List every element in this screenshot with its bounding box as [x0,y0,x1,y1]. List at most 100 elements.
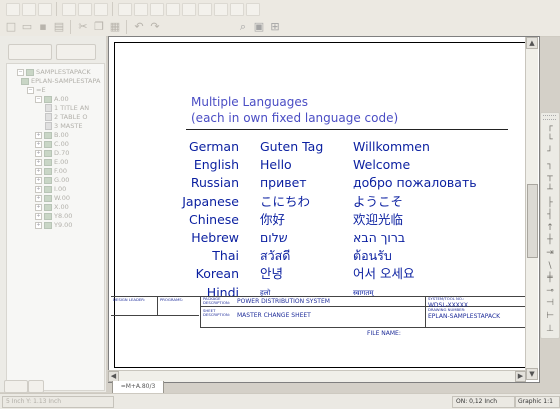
print-icon[interactable]: ▤ [52,20,66,33]
copy-icon[interactable]: ❐ [92,20,106,33]
tree-item[interactable]: + F.00 [7,167,67,176]
folder-icon [44,158,52,166]
expand-icon[interactable]: + [35,185,42,193]
zoom-window-icon[interactable]: ▣ [252,20,266,33]
vertical-scroll-thumb[interactable] [527,184,538,258]
connection-symbol-icon[interactable]: ╪ [541,272,559,284]
connection-symbol-icon[interactable]: ┐ [541,159,559,171]
page-icon [45,104,52,112]
connection-symbol-icon[interactable]: ┘ [541,146,559,158]
tree-item[interactable]: + I.00 [7,185,66,194]
greeting-welcome: Willkommen [353,139,430,154]
connection-symbol-icon[interactable]: ⊸ [541,285,559,297]
connection-symbol-icon[interactable]: ⊢ [541,310,559,322]
toolbar-button[interactable] [230,3,244,16]
language-name: Korean [195,266,239,282]
new-page-icon[interactable]: □ [4,20,18,33]
language-name: Chinese [189,211,239,227]
expand-icon[interactable]: + [35,176,42,184]
scroll-right-arrow-icon[interactable]: ▶ [515,371,526,382]
tree-item[interactable]: − SAMPLESTAPACK [7,68,91,77]
tree-item[interactable]: + D.70 [7,149,69,158]
connection-symbol-icon[interactable]: ┼ [541,234,559,246]
tree-item[interactable]: + E.00 [7,158,68,167]
connection-symbol-icon[interactable]: ↑ [541,222,559,234]
page-tree[interactable]: − SAMPLESTAPACK EPLAN-SAMPLESTAPA − =E − A.00 1… [6,63,105,391]
connection-symbol-icon[interactable]: ┴ [541,184,559,196]
cut-icon[interactable]: ✂ [76,20,90,33]
toolbar-button[interactable] [22,3,36,16]
tree-item[interactable]: 2 TABLE O [7,113,87,122]
tree-item[interactable]: + G.00 [7,176,69,185]
zoom-icon[interactable]: ⌕ [236,20,250,33]
connection-symbol-icon[interactable]: ⊣ [541,297,559,309]
title-block-bottom-line [200,327,526,328]
scroll-up-arrow-icon[interactable]: ▲ [526,37,538,49]
tree-item[interactable]: + Y9.00 [7,221,72,230]
tree-item[interactable]: 1 TITLE AN [7,104,89,113]
undo-icon[interactable]: ↶ [132,20,146,33]
expand-icon[interactable]: + [35,140,42,148]
expand-icon[interactable]: + [35,212,42,220]
connection-symbol-icon[interactable]: ⊥ [541,323,559,335]
connection-symbol-icon[interactable]: ┌ [541,121,559,133]
toolbar-button[interactable] [214,3,228,16]
toolbar-separator [70,20,71,34]
collapse-icon[interactable]: − [35,95,42,103]
collapse-icon[interactable]: − [27,86,34,94]
connection-symbol-icon[interactable]: ├ [541,197,559,209]
tree-item[interactable]: − A.00 [7,95,69,104]
folder-icon [44,203,52,211]
expand-icon[interactable]: + [35,131,42,139]
panel-tab-button[interactable] [4,380,28,393]
tree-item[interactable]: + C.00 [7,140,69,149]
tree-item[interactable]: + B.00 [7,131,69,140]
open-icon[interactable]: ▭ [20,20,34,33]
connection-symbol-icon[interactable]: \ [541,260,559,272]
connection-symbol-icon[interactable]: └ [541,134,559,146]
tree-item-label: B.00 [54,131,69,139]
expand-icon[interactable]: + [35,221,42,229]
expand-icon[interactable]: + [35,167,42,175]
tree-item[interactable]: + W.00 [7,194,70,203]
toolbar-button[interactable] [150,3,164,16]
toolbar-grip[interactable] [543,115,556,120]
language-name: German [188,139,239,154]
toolbar-button[interactable] [198,3,212,16]
toolbar-button[interactable] [62,3,76,16]
collapse-icon[interactable]: − [17,68,24,76]
expand-icon[interactable]: + [35,149,42,157]
redo-icon[interactable]: ↷ [148,20,162,33]
list-view-button[interactable] [56,44,96,60]
connection-symbol-icon[interactable]: ┬ [541,171,559,183]
toolbar-button[interactable] [166,3,180,16]
tree-item[interactable]: EPLAN-SAMPLESTAPA [7,77,100,86]
title-block-divider [200,296,201,327]
tree-item[interactable]: + X.00 [7,203,69,212]
tree-item[interactable]: + Y8.00 [7,212,72,221]
horizontal-scrollbar[interactable]: ◀ ▶ [108,370,526,382]
expand-icon[interactable]: + [35,194,42,202]
tree-item[interactable]: − =E [7,86,46,95]
connection-symbol-icon[interactable]: ⇥ [541,247,559,259]
zoom-fit-icon[interactable]: ⊞ [268,20,282,33]
paste-icon[interactable]: ▦ [108,20,122,33]
toolbar-button[interactable] [134,3,148,16]
expand-icon[interactable]: + [35,158,42,166]
tree-item[interactable]: 3 MASTE [7,122,82,131]
tree-item-label: X.00 [54,203,69,211]
panel-tab-button[interactable] [28,380,44,393]
toolbar-button[interactable] [118,3,132,16]
toolbar-button[interactable] [246,3,260,16]
toolbar-button[interactable] [94,3,108,16]
connection-symbol-icon[interactable]: ┤ [541,209,559,221]
toolbar-button[interactable] [6,3,20,16]
expand-icon[interactable]: + [35,203,42,211]
toolbar-button[interactable] [182,3,196,16]
scroll-down-arrow-icon[interactable]: ▼ [526,368,538,380]
save-icon[interactable]: ▪ [36,20,50,33]
vertical-scrollbar[interactable]: ▲ ▼ [525,37,538,380]
tree-view-button[interactable] [8,44,52,60]
toolbar-button[interactable] [38,3,52,16]
toolbar-button[interactable] [78,3,92,16]
